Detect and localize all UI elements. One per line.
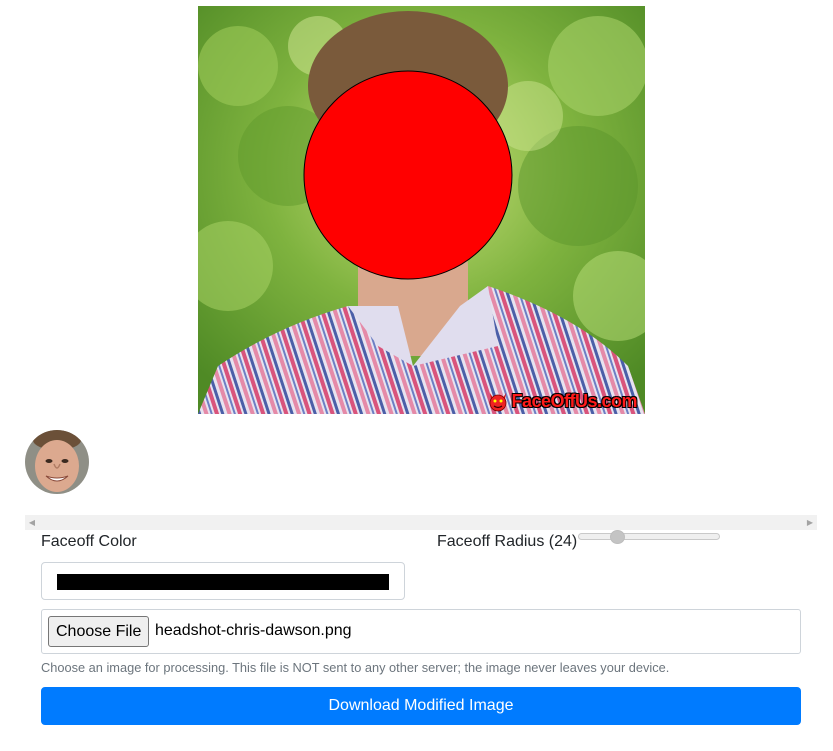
faceoff-radius-label: Faceoff Radius (24)	[437, 532, 577, 552]
download-button[interactable]: Download Modified Image	[41, 687, 801, 725]
watermark-text: FaceOffUs.com	[511, 390, 637, 411]
radius-label-suffix: )	[571, 533, 578, 550]
faceoff-radius-slider[interactable]	[578, 530, 720, 544]
choose-file-button[interactable]: Choose File	[48, 616, 150, 647]
faceoff-color-picker[interactable]	[41, 562, 405, 600]
file-help-text: Choose an image for processing. This fil…	[41, 660, 670, 675]
faceoff-app: FaceOffUs.com ◀ ▶ Faceoff Color Faceoff …	[0, 0, 833, 751]
preview-photo	[198, 6, 645, 414]
file-input[interactable]: Choose File headshot-chris-dawson.png	[41, 609, 801, 654]
faceoff-color-label: Faceoff Color	[41, 533, 137, 550]
color-swatch	[57, 574, 389, 590]
detected-face-thumbnail	[25, 430, 89, 494]
face-thumbnail[interactable]	[25, 430, 89, 494]
scroll-left-icon[interactable]: ◀	[25, 515, 39, 530]
devil-face-icon	[490, 393, 507, 412]
thumbnail-scrollbar[interactable]: ◀ ▶	[25, 515, 817, 530]
selected-file-name: headshot-chris-dawson.png	[155, 622, 352, 639]
radius-value: 24	[554, 533, 572, 550]
slider-track	[578, 533, 720, 540]
face-thumbnail-strip	[25, 430, 817, 516]
preview-image: FaceOffUs.com	[198, 6, 645, 414]
scroll-right-icon[interactable]: ▶	[803, 515, 817, 530]
radius-label-prefix: Faceoff Radius (	[437, 533, 555, 550]
watermark: FaceOffUs.com	[487, 390, 637, 412]
slider-thumb[interactable]	[610, 530, 625, 544]
